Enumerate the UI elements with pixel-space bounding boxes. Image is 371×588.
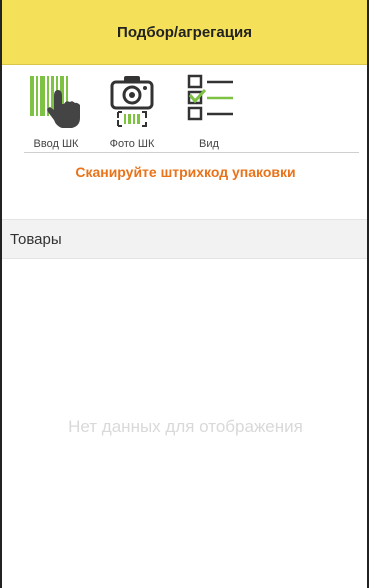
scan-prompt: Сканируйте штрихкод упаковки	[75, 164, 296, 180]
photo-barcode-button[interactable]: Фото ШК	[100, 70, 164, 154]
view-button[interactable]: Вид	[177, 70, 241, 154]
barcode-entry-button[interactable]: Ввод ШК	[24, 70, 88, 154]
empty-state-message: Нет данных для отображения	[68, 417, 303, 436]
toolbar-divider	[24, 152, 359, 153]
goods-section-header: Товары	[2, 219, 367, 259]
barcode-hand-icon	[30, 76, 80, 128]
goods-section-title: Товары	[10, 230, 62, 248]
view-label: Вид	[199, 138, 219, 150]
page-title: Подбор/агрегация	[117, 23, 252, 41]
photo-barcode-label: Фото ШК	[109, 138, 155, 150]
camera-barcode-icon	[110, 76, 154, 127]
checklist-icon	[187, 74, 233, 121]
barcode-entry-label: Ввод ШК	[33, 138, 79, 150]
toolbar: Ввод ШК Фото ШК Вид	[2, 64, 367, 156]
app-header: Подбор/агрегация	[2, 0, 367, 65]
